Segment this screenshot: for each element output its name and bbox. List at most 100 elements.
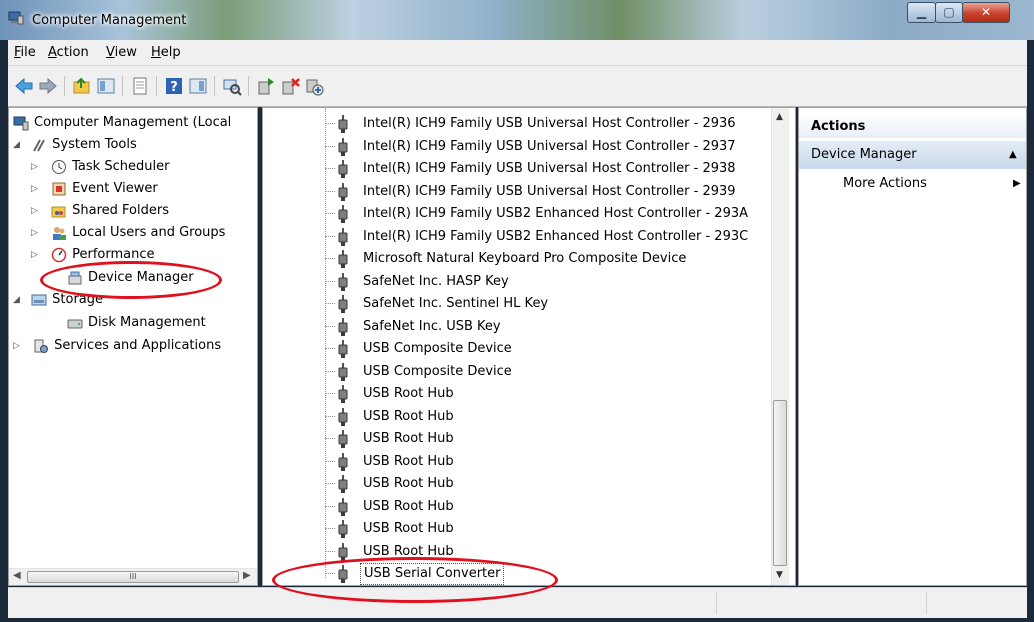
- actions-section-device-manager[interactable]: Device Manager ▲: [799, 141, 1026, 169]
- device-label: SafeNet Inc. HASP Key: [363, 273, 509, 289]
- expanded-triangle-icon[interactable]: ◢: [13, 134, 20, 156]
- tree-connector: [325, 393, 335, 394]
- usb-device-icon: [338, 317, 348, 336]
- device-label: SafeNet Inc. USB Key: [363, 318, 501, 334]
- tree-connector: [325, 573, 335, 574]
- title-bar[interactable]: Computer Management ▁ ▢ ✕: [0, 0, 1034, 40]
- device-label: Intel(R) ICH9 Family USB Universal Host …: [363, 138, 736, 154]
- tree-item-shared-folders[interactable]: ▷ Shared Folders: [31, 200, 169, 222]
- uninstall-icon[interactable]: [280, 76, 300, 96]
- device-item-usb-serial-converter[interactable]: USB Serial Converter: [263, 563, 768, 585]
- collapsed-triangle-icon[interactable]: ▷: [31, 178, 38, 200]
- close-button[interactable]: ✕: [962, 2, 1010, 23]
- vertical-scrollbar[interactable]: ▲ ▼: [771, 108, 789, 585]
- tree-item-device-manager[interactable]: Device Manager: [67, 267, 194, 289]
- usb-device-icon: [338, 227, 348, 246]
- collapsed-triangle-icon[interactable]: ▷: [31, 244, 38, 266]
- device-item[interactable]: USB Root Hub: [263, 541, 768, 563]
- console-tree[interactable]: Computer Management (Local ◢ System Tool…: [8, 107, 258, 586]
- usb-device-icon: [338, 115, 348, 133]
- device-item[interactable]: USB Root Hub: [263, 496, 768, 518]
- tree-item-event-viewer[interactable]: ▷ Event Viewer: [31, 178, 158, 200]
- clock-icon: [52, 159, 67, 174]
- scan-hardware-icon[interactable]: [222, 76, 242, 96]
- forward-icon[interactable]: [38, 76, 58, 96]
- device-item[interactable]: SafeNet Inc. USB Key: [263, 316, 768, 338]
- scroll-down-icon[interactable]: ▼: [776, 570, 783, 580]
- device-item[interactable]: USB Root Hub: [263, 451, 768, 473]
- usb-device-icon: [338, 407, 348, 426]
- scroll-up-icon[interactable]: ▲: [776, 112, 783, 122]
- menu-view[interactable]: View: [106, 45, 137, 60]
- device-item[interactable]: USB Root Hub: [263, 473, 768, 495]
- collapse-up-icon[interactable]: ▲: [1009, 141, 1017, 169]
- device-item[interactable]: Intel(R) ICH9 Family USB2 Enhanced Host …: [263, 203, 768, 225]
- device-item[interactable]: USB Root Hub: [263, 383, 768, 405]
- device-label: SafeNet Inc. Sentinel HL Key: [363, 296, 549, 311]
- tree-item-services[interactable]: ▷ Services and Applications: [13, 335, 221, 357]
- device-label: Microsoft Natural Keyboard Pro Composite…: [363, 251, 687, 266]
- device-label: Intel(R) ICH9 Family USB Universal Host …: [363, 183, 736, 199]
- device-item[interactable]: Intel(R) ICH9 Family USB Universal Host …: [263, 158, 768, 180]
- scroll-right-icon[interactable]: ▶: [243, 570, 251, 581]
- action-pane-icon[interactable]: [188, 76, 208, 96]
- tree-connector: [325, 325, 335, 327]
- update-driver-icon[interactable]: [256, 76, 276, 96]
- disable-icon[interactable]: [304, 76, 324, 96]
- tree-connector: [325, 168, 335, 169]
- collapsed-triangle-icon[interactable]: ▷: [31, 200, 38, 222]
- expanded-triangle-icon[interactable]: ◢: [13, 289, 20, 311]
- device-item[interactable]: Intel(R) ICH9 Family USB Universal Host …: [263, 136, 768, 158]
- device-item[interactable]: USB Root Hub: [263, 428, 768, 450]
- usb-device-icon: [338, 272, 348, 291]
- usb-device-icon: [338, 362, 348, 381]
- device-item[interactable]: SafeNet Inc. Sentinel HL Key: [263, 293, 768, 315]
- device-label: USB Root Hub: [363, 476, 454, 491]
- tree-item-disk-management[interactable]: Disk Management: [67, 312, 206, 334]
- maximize-button[interactable]: ▢: [935, 2, 963, 23]
- device-label: USB Root Hub: [363, 386, 454, 401]
- tree-connector: [325, 303, 335, 304]
- device-item[interactable]: Intel(R) ICH9 Family USB2 Enhanced Host …: [263, 226, 768, 248]
- collapsed-triangle-icon[interactable]: ▷: [31, 156, 38, 178]
- device-item[interactable]: SafeNet Inc. HASP Key: [263, 271, 768, 293]
- tree-connector: [325, 460, 335, 462]
- usb-device-icon: [338, 137, 348, 156]
- tree-item-storage[interactable]: ◢ Storage: [13, 289, 103, 311]
- storage-icon: [31, 294, 47, 305]
- device-list[interactable]: Intel(R) ICH9 Family USB Universal Host …: [262, 107, 796, 586]
- tree-item-performance[interactable]: ▷ Performance: [31, 244, 155, 266]
- console-tree-icon[interactable]: [96, 76, 116, 96]
- collapsed-triangle-icon[interactable]: ▷: [31, 222, 38, 244]
- device-item[interactable]: USB Composite Device: [263, 361, 768, 383]
- device-label: USB Root Hub: [363, 521, 454, 536]
- tree-item-local-users[interactable]: ▷ Local Users and Groups: [31, 222, 225, 244]
- menu-file[interactable]: File: [14, 45, 36, 60]
- more-actions-item[interactable]: More Actions: [843, 176, 927, 191]
- submenu-arrow-icon[interactable]: ▶: [1013, 178, 1021, 189]
- device-item[interactable]: USB Root Hub: [263, 518, 768, 540]
- scroll-left-icon[interactable]: ◀: [13, 570, 21, 581]
- back-icon[interactable]: [14, 76, 34, 96]
- properties-icon[interactable]: [130, 76, 150, 96]
- tree-item-system-tools[interactable]: ◢ System Tools: [13, 134, 137, 156]
- minimize-button[interactable]: ▁: [907, 2, 936, 23]
- tree-item-task-scheduler[interactable]: ▷ Task Scheduler: [31, 156, 169, 178]
- tree-item-computer-management[interactable]: Computer Management (Local: [13, 112, 231, 134]
- horizontal-scrollbar[interactable]: ◀ III ▶: [9, 568, 257, 585]
- help-icon[interactable]: ?: [164, 76, 184, 96]
- menu-action[interactable]: Action: [48, 45, 89, 60]
- up-folder-icon[interactable]: [72, 76, 92, 96]
- device-item[interactable]: Intel(R) ICH9 Family USB Universal Host …: [263, 181, 768, 203]
- users-icon: [53, 226, 67, 240]
- device-item[interactable]: USB Root Hub: [263, 406, 768, 428]
- horizontal-scroll-thumb[interactable]: III: [27, 571, 239, 583]
- collapsed-triangle-icon[interactable]: ▷: [13, 335, 20, 357]
- menu-help[interactable]: Help: [151, 45, 181, 60]
- vertical-scroll-thumb[interactable]: [773, 400, 787, 566]
- device-label: USB Root Hub: [363, 453, 454, 469]
- tree-connector: [325, 190, 335, 192]
- device-item[interactable]: Microsoft Natural Keyboard Pro Composite…: [263, 248, 768, 270]
- device-item[interactable]: USB Composite Device: [263, 338, 768, 360]
- device-item[interactable]: Intel(R) ICH9 Family USB Universal Host …: [263, 113, 768, 135]
